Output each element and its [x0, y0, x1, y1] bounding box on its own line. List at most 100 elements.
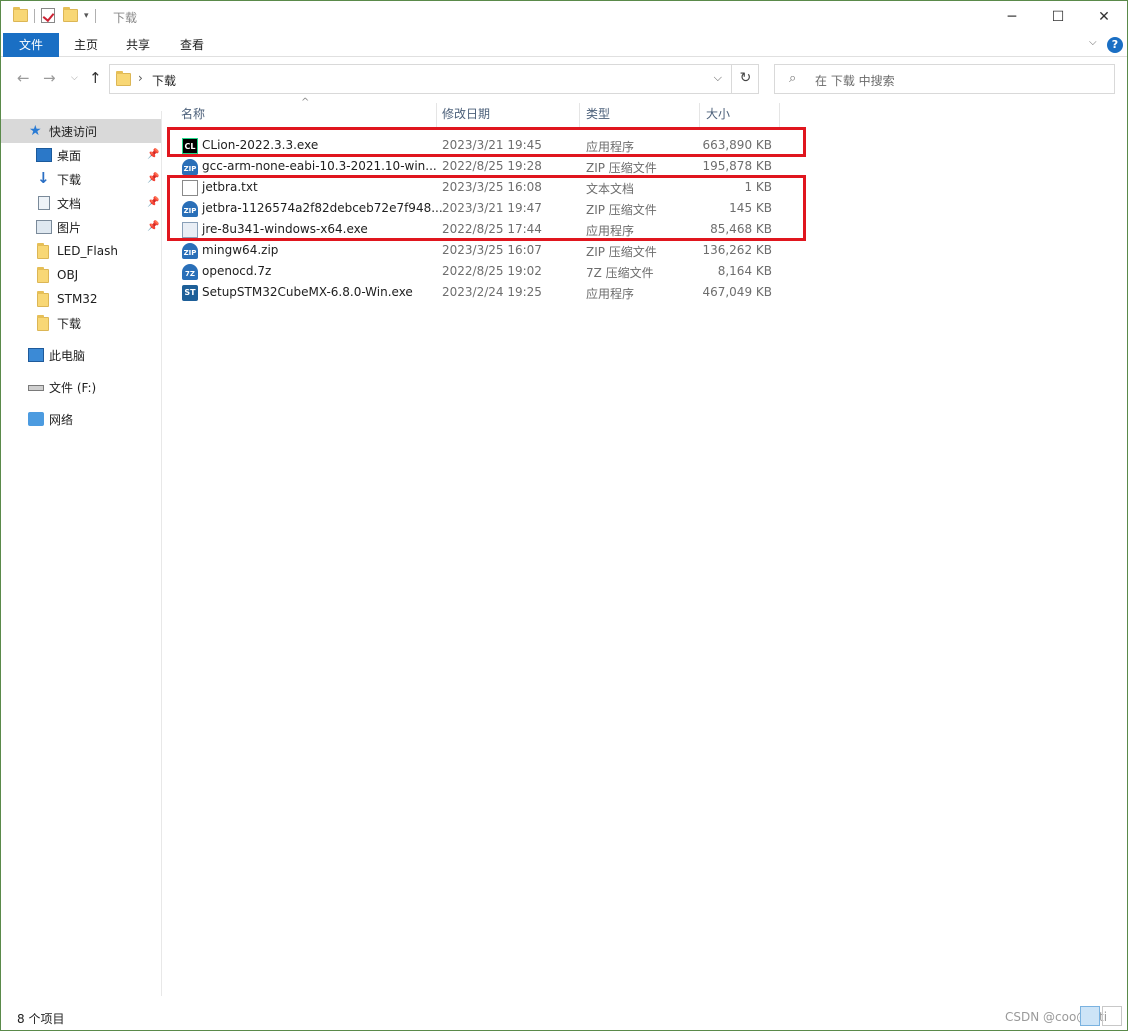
nav-pictures[interactable]: 图片 📌 — [1, 215, 161, 239]
maximize-button[interactable]: ☐ — [1035, 1, 1081, 33]
nav-item-label: 桌面 — [57, 148, 82, 163]
star-icon: ★ — [29, 123, 42, 139]
folder-icon — [37, 243, 49, 259]
refresh-button[interactable]: ↻ — [731, 64, 759, 94]
nav-folder-led-flash[interactable]: LED_Flash — [1, 239, 161, 263]
quick-access-toolbar: ▾ — [13, 7, 102, 23]
zip-icon: ZIP — [182, 159, 198, 175]
document-icon — [38, 196, 50, 210]
nav-quick-access[interactable]: ★ 快速访问 — [1, 119, 161, 143]
divider — [34, 8, 35, 23]
sort-ascending-icon: ^ — [301, 97, 310, 108]
file-name: openocd.7z — [202, 264, 272, 278]
expand-ribbon-icon[interactable]: ⌵ — [1089, 37, 1097, 48]
search-input[interactable]: 在 下载 中搜索 — [815, 72, 895, 89]
window-title: 下载 — [113, 11, 138, 25]
nav-folder-stm32[interactable]: STM32 — [1, 287, 161, 311]
file-date: 2022/8/25 19:28 — [442, 159, 542, 173]
nav-desktop[interactable]: 桌面 📌 — [1, 143, 161, 167]
file-size: 195,878 KB — [702, 159, 772, 173]
up-icon[interactable]: ↑ — [89, 69, 102, 87]
pin-icon: 📌 — [147, 173, 160, 184]
desktop-icon — [36, 148, 52, 162]
breadcrumb-separator-icon[interactable]: › — [138, 71, 143, 85]
file-row[interactable]: ZIP mingw64.zip 2023/3/25 16:07 ZIP 压缩文件… — [176, 240, 776, 261]
nav-network[interactable]: 网络 — [1, 407, 161, 431]
network-icon — [28, 412, 44, 426]
search-icon: ⌕ — [789, 71, 797, 86]
nav-this-pc[interactable]: 此电脑 — [1, 343, 161, 367]
folder-icon — [37, 291, 49, 307]
folder-icon — [37, 267, 49, 283]
title-bar: ▾ 下载 ─ ☐ ✕ — [1, 1, 1127, 33]
address-history-icon[interactable]: ⌵ — [714, 71, 722, 85]
nav-drive-f[interactable]: 文件 (F:) — [1, 375, 161, 399]
details-view-button[interactable] — [1080, 1006, 1100, 1026]
file-date: 2023/3/25 16:07 — [442, 243, 542, 257]
zip-icon: ZIP — [182, 243, 198, 259]
file-type: 7Z 压缩文件 — [586, 266, 654, 280]
file-name: SetupSTM32CubeMX-6.8.0-Win.exe — [202, 285, 413, 299]
picture-icon — [36, 220, 52, 234]
highlight-box-jetbra-jre — [167, 175, 806, 241]
file-name: mingw64.zip — [202, 243, 279, 257]
column-header-type[interactable]: 类型 — [586, 105, 610, 125]
forward-icon[interactable]: → — [43, 69, 56, 87]
drive-icon — [28, 385, 44, 391]
large-icons-view-button[interactable] — [1102, 1006, 1122, 1026]
new-folder-icon[interactable] — [63, 7, 78, 22]
column-header-size[interactable]: 大小 — [706, 105, 730, 125]
folder-icon — [13, 7, 28, 22]
close-button[interactable]: ✕ — [1081, 1, 1127, 33]
divider — [94, 8, 96, 23]
file-size: 136,262 KB — [702, 243, 772, 257]
help-icon[interactable]: ? — [1107, 37, 1123, 53]
column-divider[interactable] — [436, 103, 437, 127]
nav-item-label: 文件 (F:) — [49, 380, 97, 395]
tab-view[interactable]: 查看 — [169, 33, 215, 57]
file-size: 467,049 KB — [702, 285, 772, 299]
pin-icon: 📌 — [147, 197, 160, 208]
item-count: 8 个项目 — [17, 1012, 65, 1026]
tab-file[interactable]: 文件 — [3, 33, 59, 57]
file-row[interactable]: ZIP gcc-arm-none-eabi-10.3-2021.10-win..… — [176, 156, 776, 177]
7z-icon: 7Z — [182, 264, 198, 280]
file-name: gcc-arm-none-eabi-10.3-2021.10-win... — [202, 159, 437, 173]
tab-home[interactable]: 主页 — [63, 33, 109, 57]
ribbon-tabs: 文件 主页 共享 查看 ⌵ ? — [1, 33, 1127, 57]
nav-item-label: 快速访问 — [49, 124, 98, 139]
address-bar[interactable]: › 下载 ⌵ — [109, 64, 759, 94]
recent-locations-icon[interactable]: ⌵ — [71, 73, 78, 83]
download-icon: ↓ — [37, 169, 50, 187]
minimize-button[interactable]: ─ — [989, 1, 1035, 33]
column-header-date[interactable]: 修改日期 — [442, 105, 490, 125]
highlight-box-clion — [167, 127, 806, 157]
file-type: ZIP 压缩文件 — [586, 161, 657, 175]
tab-share[interactable]: 共享 — [115, 33, 161, 57]
pin-icon: 📌 — [147, 221, 160, 232]
nav-folder-obj[interactable]: OBJ — [1, 263, 161, 287]
nav-item-label: 网络 — [49, 412, 74, 427]
search-box[interactable]: ⌕ 在 下载 中搜索 — [774, 64, 1115, 94]
properties-icon[interactable] — [41, 8, 55, 23]
nav-item-label: 此电脑 — [49, 348, 86, 363]
nav-folder-downloads[interactable]: 下载 — [1, 311, 161, 335]
file-type: ZIP 压缩文件 — [586, 245, 657, 259]
customize-toolbar-icon[interactable]: ▾ — [84, 11, 89, 21]
file-row[interactable]: ST SetupSTM32CubeMX-6.8.0-Win.exe 2023/2… — [176, 282, 776, 303]
pin-icon: 📌 — [147, 149, 160, 160]
back-icon[interactable]: ← — [17, 69, 30, 87]
nav-item-label: STM32 — [57, 292, 98, 306]
column-divider[interactable] — [779, 103, 780, 127]
nav-downloads[interactable]: ↓ 下载 📌 — [1, 167, 161, 191]
file-date: 2022/8/25 19:02 — [442, 264, 542, 278]
nav-item-label: 文档 — [57, 196, 82, 211]
nav-item-label: 下载 — [57, 172, 82, 187]
file-date: 2023/2/24 19:25 — [442, 285, 542, 299]
column-divider[interactable] — [699, 103, 700, 127]
column-header-name[interactable]: 名称 — [181, 105, 205, 125]
file-row[interactable]: 7Z openocd.7z 2022/8/25 19:02 7Z 压缩文件 8,… — [176, 261, 776, 282]
breadcrumb[interactable]: 下载 — [152, 72, 176, 89]
nav-documents[interactable]: 文档 📌 — [1, 191, 161, 215]
column-divider[interactable] — [579, 103, 580, 127]
